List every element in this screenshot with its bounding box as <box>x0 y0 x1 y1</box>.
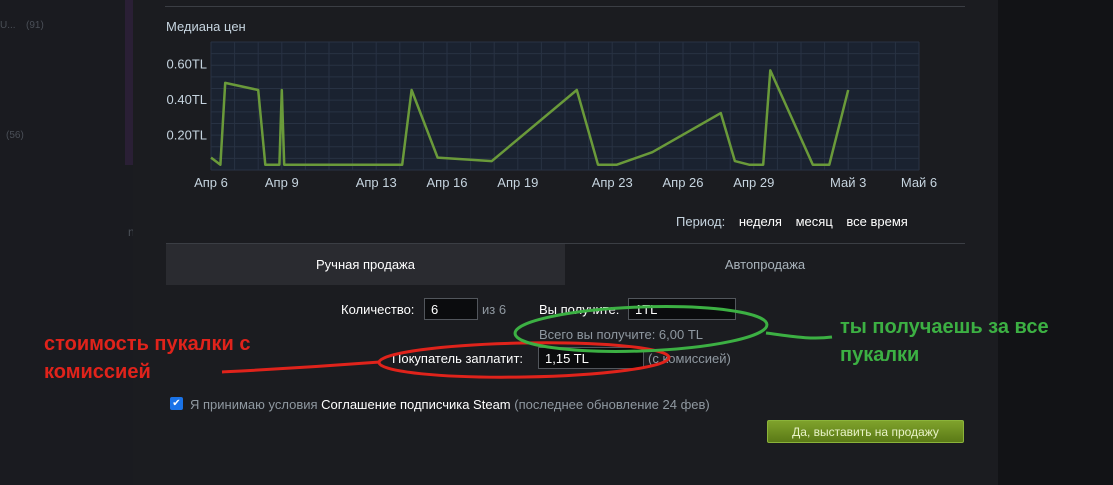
annotation-red-text: стоимость пукалки с комиссией <box>44 330 250 386</box>
annotation-green-line: ты получаешь за все <box>840 316 1049 338</box>
x-tick-label: Май 3 <box>830 175 866 190</box>
buyer-pays-input[interactable] <box>538 347 644 369</box>
period-selector: Период: неделя месяц все время <box>676 214 908 229</box>
agreement-prefix: Я принимаю условия <box>190 397 318 412</box>
total-receive-text: Всего вы получите: 6,00 TL <box>539 327 704 342</box>
you-receive-label: Вы получите: <box>539 302 620 317</box>
quantity-input[interactable] <box>424 298 478 320</box>
x-tick-label: Апр 26 <box>662 175 703 190</box>
background-right <box>998 0 1113 485</box>
background-item-count: (91) <box>26 20 44 31</box>
y-tick-label: 0.60TL <box>167 56 207 71</box>
x-tick-label: Апр 16 <box>426 175 467 190</box>
period-option-week[interactable]: неделя <box>739 214 782 229</box>
buyer-pays-label: Покупатель заплатит: <box>392 351 524 366</box>
period-label: Период: <box>676 214 726 229</box>
period-option-all[interactable]: все время <box>846 214 907 229</box>
quantity-max: из 6 <box>482 302 507 317</box>
y-tick-label: 0.20TL <box>167 127 207 142</box>
annotation-green-line: пукалки <box>840 344 920 366</box>
x-tick-label: Май 6 <box>901 175 937 190</box>
checkmark-icon: ✔ <box>172 398 181 409</box>
annotation-red-line: комиссией <box>44 361 151 383</box>
agreement-checkbox[interactable]: ✔ <box>170 397 183 410</box>
background-sidebar: U... (91) (56) n <box>0 0 135 485</box>
price-history-chart: 0.60TL 0.40TL 0.20TL Апр 6 Апр 9 Апр 13 Апр 16… <box>167 41 937 190</box>
with-fee-text: (с комиссией) <box>648 351 731 366</box>
tab-auto-sale[interactable]: Автопродажа <box>565 244 965 285</box>
tab-manual-sale[interactable]: Ручная продажа <box>166 244 565 285</box>
background-panel <box>125 0 133 165</box>
agreement-suffix: (последнее обновление 24 фев) <box>514 397 710 412</box>
x-tick-label: Апр 29 <box>733 175 774 190</box>
background-item-count: (56) <box>6 130 24 141</box>
y-tick-label: 0.40TL <box>167 92 207 107</box>
x-tick-label: Апр 6 <box>194 175 228 190</box>
subscriber-agreement-link[interactable]: Соглашение подписчика Steam <box>321 397 510 412</box>
x-tick-label: Апр 19 <box>497 175 538 190</box>
period-option-month[interactable]: месяц <box>796 214 833 229</box>
x-tick-label: Апр 23 <box>592 175 633 190</box>
annotation-red-line: стоимость пукалки с <box>44 333 251 355</box>
x-tick-label: Апр 13 <box>356 175 397 190</box>
agreement-text: Я принимаю условия Соглашение подписчика… <box>190 397 710 412</box>
sell-dialog: Медиана цен 0.60TL 0.40TL 0.20TL Апр 6 Апр 9… <box>133 0 998 485</box>
put-up-for-sale-button[interactable]: Да, выставить на продажу <box>767 420 964 443</box>
you-receive-input[interactable] <box>628 298 736 320</box>
quantity-label: Количество: <box>341 302 415 317</box>
annotation-green-text: ты получаешь за все пукалки <box>840 313 1049 369</box>
x-tick-label: Апр 9 <box>265 175 299 190</box>
background-item-text: U... <box>0 20 16 31</box>
